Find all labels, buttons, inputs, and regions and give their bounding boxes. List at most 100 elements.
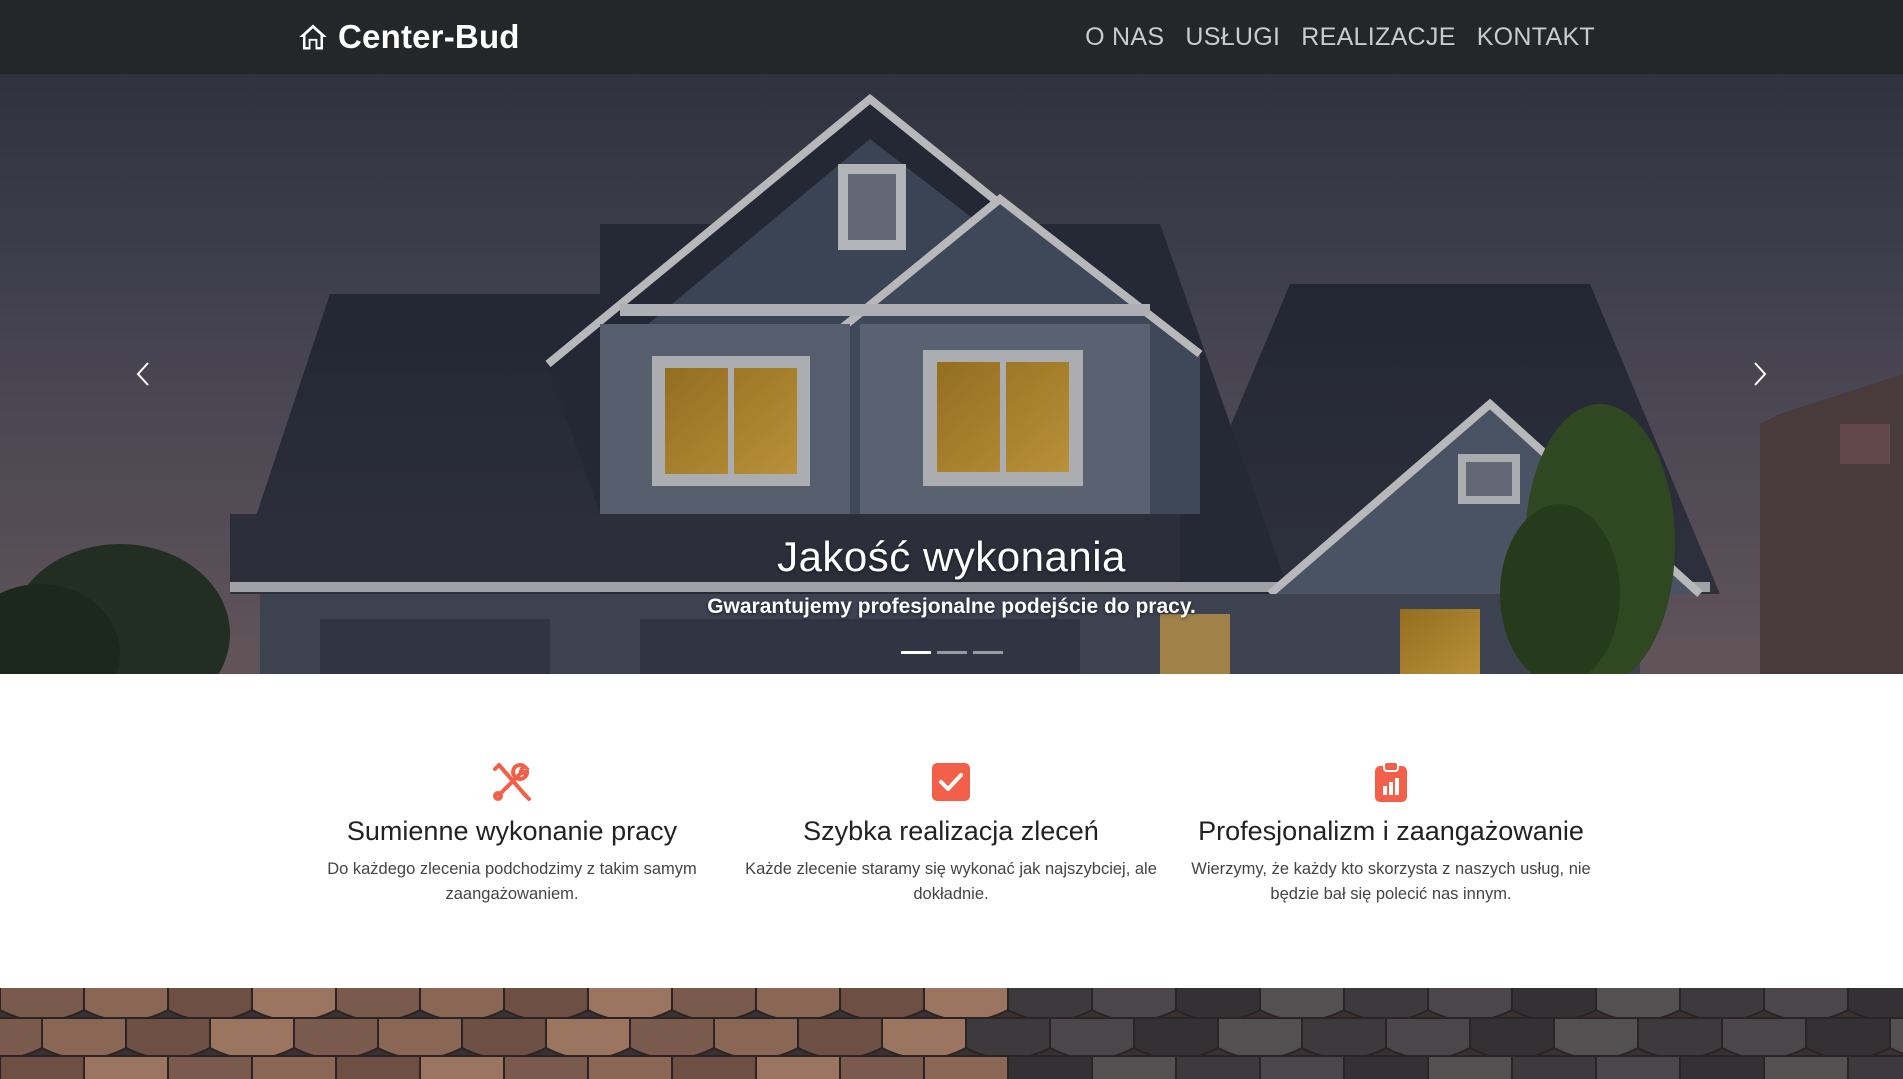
roof-tile (83, 1055, 169, 1079)
roof-tile (1679, 988, 1765, 1022)
roof-tile (293, 1017, 379, 1060)
roof-tile (167, 1055, 253, 1079)
carousel-indicators (0, 651, 1903, 654)
roof-tile (0, 988, 85, 1022)
roof-tile (1763, 1055, 1849, 1079)
roof-tile (1343, 988, 1429, 1022)
roof-tile (1637, 1017, 1723, 1060)
roof-tile (1595, 988, 1681, 1022)
carousel-caption: Jakość wykonania Gwarantujemy profesjona… (0, 533, 1903, 619)
roof-tile (839, 1055, 925, 1079)
feature-text: Do każdego zlecenia podchodzimy z takim … (327, 860, 697, 903)
roof-tile (209, 1017, 295, 1060)
roof-tile (0, 1055, 85, 1079)
nav-item-realizacje[interactable]: REALIZACJE (1301, 23, 1455, 52)
nav-item-uslugi[interactable]: USŁUGI (1185, 23, 1280, 52)
roof-tile (167, 988, 253, 1022)
nav-item-o-nas[interactable]: O NAS (1085, 23, 1164, 52)
brand-name: Center-Bud (338, 18, 520, 55)
navbar: Center-Bud O NAS USŁUGI REALIZACJE KONTA… (0, 0, 1903, 74)
roof-tile (545, 1017, 631, 1060)
roof-tile (1259, 1055, 1345, 1079)
roof-tile (671, 1055, 757, 1079)
roof-tile (83, 988, 169, 1022)
roof-tile (923, 988, 1009, 1022)
roof-tile (1175, 988, 1261, 1022)
roof-tile (713, 1017, 799, 1060)
feature-card: Profesjonalizm i zaangażowanie Wierzymy,… (1171, 760, 1611, 907)
roof-tile (1427, 988, 1513, 1022)
roof-tile (1721, 1017, 1807, 1060)
brand-link[interactable]: Center-Bud (298, 14, 520, 60)
carousel-indicator-3[interactable] (972, 651, 1003, 654)
roof-tile (629, 1017, 715, 1060)
roof-tile (1805, 1017, 1891, 1060)
roof-tile (923, 1055, 1009, 1079)
roof-tile (1217, 1017, 1303, 1060)
roof-tile (1511, 1055, 1597, 1079)
roof-tile (1343, 1055, 1429, 1079)
feature-text: Wierzymy, że każdy kto skorzysta z naszy… (1191, 860, 1591, 903)
feature-card: Sumienne wykonanie pracy Do każdego zlec… (292, 760, 732, 907)
chevron-left-icon (136, 362, 149, 386)
chevron-right-icon (1754, 362, 1767, 386)
nav-item-kontakt[interactable]: KONTAKT (1477, 23, 1595, 52)
roof-tile (503, 1055, 589, 1079)
roof-tile (671, 988, 757, 1022)
carousel-next-button[interactable] (1740, 344, 1780, 404)
roof-tile (755, 1055, 841, 1079)
roof-tile (1511, 988, 1597, 1022)
hero-carousel: Jakość wykonania Gwarantujemy profesjona… (0, 74, 1903, 674)
features-section: Sumienne wykonanie pracy Do każdego zlec… (0, 674, 1903, 988)
roof-tile (335, 1055, 421, 1079)
carousel-caption-text: Gwarantujemy profesjonalne podejście do … (707, 595, 1196, 618)
roof-tile (839, 988, 925, 1022)
roof-tile (755, 988, 841, 1022)
roof-tile (1301, 1017, 1387, 1060)
feature-text: Każde zlecenie staramy się wykonać jak n… (745, 860, 1157, 903)
carousel-prev-button[interactable] (123, 344, 163, 404)
roof-tile (797, 1017, 883, 1060)
roof-tile (1553, 1017, 1639, 1060)
roof-tile (419, 988, 505, 1022)
roof-tile (1385, 1017, 1471, 1060)
roof-tile (503, 988, 589, 1022)
roof-tile (881, 1017, 967, 1060)
roof-tile (125, 1017, 211, 1060)
roof-tile (1679, 1055, 1765, 1079)
roof-tile (251, 988, 337, 1022)
roof-tile (335, 988, 421, 1022)
home-icon (299, 24, 327, 50)
carousel-indicator-2[interactable] (936, 651, 967, 654)
feature-title: Szybka realizacja zleceń (803, 816, 1099, 846)
roof-tile (1259, 988, 1345, 1022)
roof-tile (1595, 1055, 1681, 1079)
roof-tile (587, 1055, 673, 1079)
checkbox-icon (932, 763, 970, 801)
roof-tile (1175, 1055, 1261, 1079)
roof-tile (377, 1017, 463, 1060)
roof-tiles-graphic (0, 988, 1903, 1079)
carousel-indicator-1[interactable] (900, 651, 931, 654)
roof-tile (251, 1055, 337, 1079)
roof-tile (1469, 1017, 1555, 1060)
feature-card: Szybka realizacja zleceń Każde zlecenie … (731, 760, 1171, 907)
roof-tile (1007, 988, 1093, 1022)
roof-tile (587, 988, 673, 1022)
tools-icon (493, 763, 531, 801)
roof-tile (1091, 988, 1177, 1022)
clipboard-chart-icon (1375, 761, 1407, 802)
feature-title: Profesjonalizm i zaangażowanie (1198, 816, 1584, 846)
roof-tile (461, 1017, 547, 1060)
roof-tile (419, 1055, 505, 1079)
roof-tile (1847, 1055, 1903, 1079)
roof-tile (1049, 1017, 1135, 1060)
roof-tile (41, 1017, 127, 1060)
main-nav: O NAS USŁUGI REALIZACJE KONTAKT (1085, 14, 1595, 60)
roof-tile (1007, 1055, 1093, 1079)
roof-tile (1763, 988, 1849, 1022)
roof-tile (1427, 1055, 1513, 1079)
roof-tile (965, 1017, 1051, 1060)
carousel-caption-title: Jakość wykonania (777, 533, 1126, 580)
roof-tile (1133, 1017, 1219, 1060)
